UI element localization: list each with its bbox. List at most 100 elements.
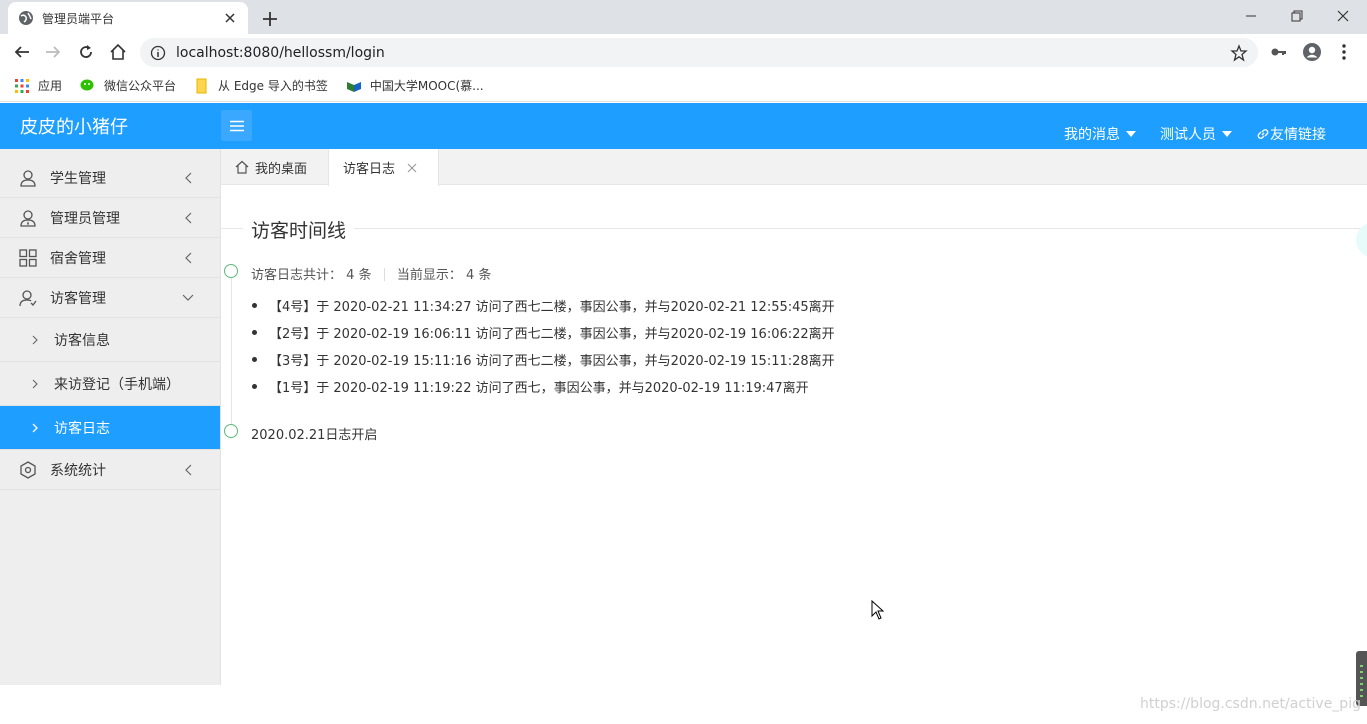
sidebar-subitem-visitor-info[interactable]: 访客信息: [0, 318, 220, 362]
log-entry-text: 【2号】于 2020-02-19 16:06:11 访问了西七二楼，事因公事，并…: [269, 327, 835, 342]
grid-icon: [18, 248, 38, 268]
profile-icon[interactable]: [1299, 39, 1325, 65]
log-entry-text: 【4号】于 2020-02-21 11:34:27 访问了西七二楼，事因公事，并…: [269, 300, 835, 315]
sidebar-item-label: 学生管理: [50, 170, 106, 187]
sidebar-item-statistics[interactable]: 系统统计: [0, 450, 220, 490]
reload-button[interactable]: [73, 39, 99, 65]
browser-toolbar: localhost:8080/hellossm/login: [0, 34, 1367, 70]
stats-icon: [18, 460, 38, 480]
chevron-left-icon: [184, 172, 192, 184]
sidebar-subitem-label: 来访登记（手机端）: [54, 376, 180, 393]
menu-toggle-button[interactable]: [221, 110, 252, 141]
tab-my-desktop[interactable]: 我的桌面: [235, 149, 307, 185]
sidebar-item-admins[interactable]: 管理员管理: [0, 198, 220, 238]
header-nav-label: 我的消息: [1064, 127, 1120, 143]
link-icon: [1256, 127, 1270, 141]
divider: [383, 268, 385, 281]
timeline-node: [224, 424, 238, 438]
page-title: 访客时间线: [243, 216, 355, 243]
list-item: 【3号】于 2020-02-19 15:11:16 访问了西七二楼，事因公事，并…: [251, 346, 835, 373]
forward-button[interactable]: [40, 39, 66, 65]
sidebar-item-dorms[interactable]: 宿舍管理: [0, 238, 220, 278]
bookmark-edge-folder[interactable]: 从 Edge 导入的书签: [194, 77, 328, 94]
sidebar-item-visitors[interactable]: 访客管理: [0, 278, 220, 318]
shown-label: 当前显示：: [396, 268, 462, 283]
restore-button[interactable]: [1274, 0, 1320, 32]
sidebar-item-label: 系统统计: [50, 462, 106, 479]
caret-down-icon: [1222, 131, 1232, 137]
header-nav-user[interactable]: 测试人员: [1160, 124, 1232, 144]
bullet: [252, 303, 257, 308]
sidebar: 学生管理 管理员管理 宿舍管理 访客管理 访客信息 来访登记（手机端） 访客日志…: [0, 149, 221, 685]
timeline-node: [224, 264, 238, 278]
close-icon[interactable]: [222, 10, 238, 26]
level-bar: [1360, 665, 1363, 667]
visitor-log-list: 【4号】于 2020-02-21 11:34:27 访问了西七二楼，事因公事，并…: [251, 292, 835, 400]
home-icon: [235, 160, 249, 174]
mouse-cursor-icon: [871, 600, 885, 620]
url-text: localhost:8080/hellossm/login: [176, 44, 385, 61]
header-nav-messages[interactable]: 我的消息: [1064, 124, 1136, 144]
visitor-icon: [18, 288, 38, 308]
tab-visitor-log[interactable]: 访客日志: [328, 149, 439, 186]
bookmark-mooc[interactable]: 中国大学MOOC(慕...: [346, 77, 484, 94]
chevron-down-icon: [182, 294, 194, 302]
total-label: 访客日志共计：: [251, 268, 343, 283]
log-entry-text: 【3号】于 2020-02-19 15:11:16 访问了西七二楼，事因公事，并…: [269, 354, 835, 369]
header-nav-label: 友情链接: [1270, 127, 1326, 143]
bookmark-label: 中国大学MOOC(慕...: [369, 79, 484, 93]
level-bar: [1360, 689, 1363, 691]
chevron-left-icon: [184, 212, 192, 224]
browser-tab-strip: 管理员端平台: [0, 0, 1367, 34]
list-item: 【1号】于 2020-02-19 11:19:22 访问了西七，事因公事，并与2…: [251, 373, 835, 400]
content-tab-strip: 我的桌面 访客日志: [221, 149, 1367, 186]
sidebar-item-label: 管理员管理: [50, 210, 120, 227]
total-value: 4 条: [346, 268, 372, 283]
chevron-right-icon: [32, 423, 38, 433]
address-bar[interactable]: localhost:8080/hellossm/login: [140, 38, 1258, 67]
header-nav-links[interactable]: 友情链接: [1256, 124, 1326, 144]
star-icon[interactable]: [1230, 44, 1248, 62]
list-item: 【2号】于 2020-02-19 16:06:11 访问了西七二楼，事因公事，并…: [251, 319, 835, 346]
bullet: [252, 384, 257, 389]
close-window-button[interactable]: [1320, 0, 1366, 32]
back-button[interactable]: [9, 39, 35, 65]
close-icon[interactable]: [407, 163, 417, 173]
timeline-header: 访客时间线: [221, 214, 1367, 244]
list-item: 【4号】于 2020-02-21 11:34:27 访问了西七二楼，事因公事，并…: [251, 292, 835, 319]
tab-label: 访客日志: [343, 162, 396, 177]
sidebar-item-students[interactable]: 学生管理: [0, 158, 220, 198]
admin-user-icon: [18, 208, 38, 228]
sidebar-subitem-label: 访客日志: [54, 420, 110, 437]
caret-down-icon: [1126, 131, 1136, 137]
bookmark-label: 微信公众平台: [104, 79, 177, 93]
sidebar-subitem-visit-registration[interactable]: 来访登记（手机端）: [0, 362, 220, 406]
globe-icon: [18, 10, 34, 26]
bookmark-label: 应用: [38, 79, 63, 93]
minimize-button[interactable]: [1228, 0, 1274, 32]
sidebar-item-label: 宿舍管理: [50, 250, 106, 267]
log-summary: 访客日志共计： 4 条 当前显示： 4 条: [251, 264, 491, 283]
watermark: https://blog.csdn.net/active_pig: [1140, 696, 1361, 712]
bookmark-wechat[interactable]: 微信公众平台: [80, 77, 176, 94]
sidebar-subitem-visitor-log[interactable]: 访客日志: [0, 406, 220, 450]
chevron-left-icon: [184, 464, 192, 476]
mooc-icon: [346, 78, 362, 94]
chevron-right-icon: [32, 335, 38, 345]
chevron-right-icon: [32, 379, 38, 389]
key-icon[interactable]: [1266, 39, 1292, 65]
chevron-left-icon: [184, 252, 192, 264]
log-entry-text: 【1号】于 2020-02-19 11:19:22 访问了西七，事因公事，并与2…: [269, 381, 809, 396]
level-bar: [1360, 671, 1363, 673]
timeline-start-note: 2020.02.21日志开启: [251, 428, 378, 443]
kebab-menu-icon[interactable]: [1331, 39, 1357, 65]
info-icon[interactable]: [150, 45, 166, 61]
timeline-axis: [231, 278, 232, 424]
app-logo[interactable]: 皮皮的小猪仔: [20, 113, 128, 139]
browser-tab[interactable]: 管理员端平台: [8, 2, 248, 34]
browser-tab-title: 管理员端平台: [42, 11, 115, 26]
folder-icon: [194, 78, 210, 94]
bookmark-apps[interactable]: 应用: [14, 77, 62, 94]
home-button[interactable]: [105, 39, 131, 65]
new-tab-button[interactable]: [258, 7, 282, 31]
